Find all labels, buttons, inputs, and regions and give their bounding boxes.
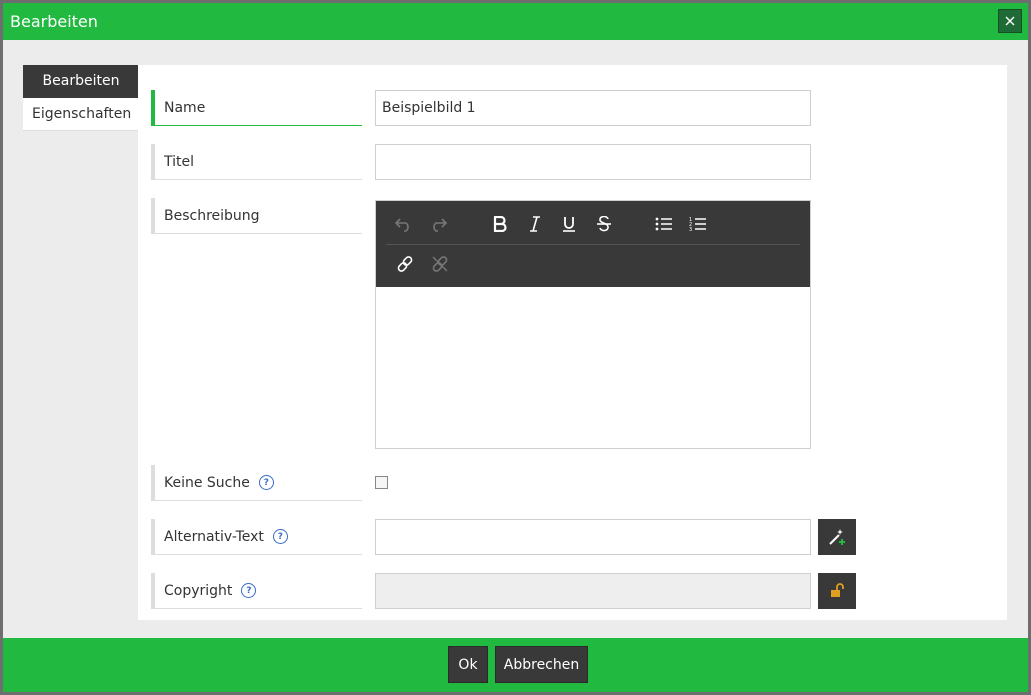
help-icon[interactable]: ?	[272, 529, 288, 544]
alternativ-text-label-text: Alternativ-Text	[164, 528, 264, 545]
tab-list: Bearbeiten Eigenschaften	[23, 65, 139, 131]
beschreibung-label: Beschreibung	[151, 198, 362, 234]
keine-suche-label-text: Keine Suche	[164, 474, 250, 491]
rich-text-editor: 1 2 3	[375, 200, 811, 449]
close-icon	[1005, 16, 1015, 26]
generate-alt-text-button[interactable]	[818, 519, 856, 555]
keine-suche-checkbox[interactable]	[375, 476, 388, 489]
alternativ-text-label: Alternativ-Text ?	[151, 519, 362, 555]
dialog-footer: Ok Abbrechen	[3, 638, 1028, 692]
bulleted-list-icon	[655, 217, 672, 231]
cancel-button[interactable]: Abbrechen	[495, 646, 588, 683]
close-button[interactable]	[998, 9, 1022, 33]
help-icon[interactable]: ?	[258, 475, 274, 490]
unlock-copyright-button[interactable]	[818, 573, 856, 609]
dialog-content: Bearbeiten Eigenschaften Name Titel Besc…	[3, 40, 1028, 638]
titel-label: Titel	[151, 144, 362, 180]
beschreibung-label-text: Beschreibung	[164, 207, 260, 224]
unlock-icon	[831, 583, 844, 597]
numbered-list-icon: 1 2 3	[689, 217, 706, 232]
link-icon	[397, 256, 413, 272]
copyright-input	[375, 573, 811, 609]
name-label: Name	[151, 90, 362, 126]
tab-eigenschaften[interactable]: Eigenschaften	[23, 98, 139, 131]
redo-button[interactable]	[424, 210, 452, 238]
undo-button[interactable]	[390, 210, 418, 238]
toolbar-separator	[386, 244, 800, 245]
bold-icon	[493, 216, 507, 232]
help-icon[interactable]: ?	[241, 583, 257, 598]
title-bar: Bearbeiten	[3, 3, 1028, 40]
name-label-text: Name	[164, 99, 206, 116]
titel-label-text: Titel	[164, 153, 195, 170]
magic-wand-icon	[829, 529, 845, 545]
bulleted-list-button[interactable]	[650, 210, 678, 238]
keine-suche-label: Keine Suche ?	[151, 465, 362, 501]
copyright-label: Copyright ?	[151, 573, 362, 609]
edit-dialog: Bearbeiten Bearbeiten Eigenschaften Name…	[0, 0, 1031, 695]
svg-text:3: 3	[689, 227, 692, 232]
name-input[interactable]	[375, 90, 811, 126]
redo-icon	[433, 218, 447, 232]
titel-input[interactable]	[375, 144, 811, 180]
numbered-list-button[interactable]: 1 2 3	[684, 210, 712, 238]
underline-button[interactable]	[555, 210, 583, 238]
ok-button[interactable]: Ok	[448, 646, 488, 683]
undo-icon	[395, 218, 409, 232]
italic-icon	[530, 216, 540, 232]
strikethrough-icon	[597, 216, 611, 232]
editor-toolbar: 1 2 3	[376, 201, 810, 287]
underline-icon	[563, 217, 575, 232]
bold-button[interactable]	[486, 210, 514, 238]
copyright-label-text: Copyright	[164, 582, 233, 599]
link-button[interactable]	[391, 250, 419, 278]
unlink-button[interactable]	[426, 250, 454, 278]
form-panel: Name Titel Beschreibung	[138, 65, 1007, 620]
italic-button[interactable]	[521, 210, 549, 238]
unlink-icon	[432, 256, 448, 272]
alternativ-text-input[interactable]	[375, 519, 811, 555]
tab-bearbeiten[interactable]: Bearbeiten	[23, 65, 139, 98]
strikethrough-button[interactable]	[590, 210, 618, 238]
dialog-title: Bearbeiten	[10, 12, 98, 31]
editor-content-area[interactable]	[376, 287, 810, 448]
